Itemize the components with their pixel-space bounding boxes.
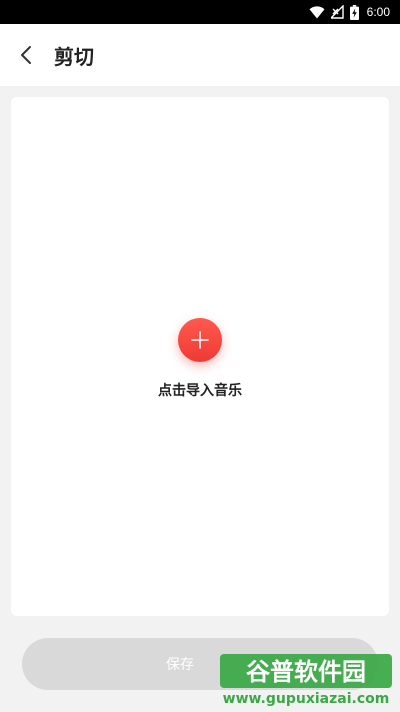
- chevron-left-icon: [21, 46, 31, 64]
- no-signal-icon: [330, 5, 344, 19]
- app-bar: 剪切: [0, 24, 400, 86]
- wifi-icon: [309, 5, 325, 18]
- plus-icon: [191, 331, 209, 349]
- back-button[interactable]: [0, 24, 52, 86]
- import-music-label[interactable]: 点击导入音乐: [11, 380, 389, 400]
- save-button[interactable]: 保存: [22, 638, 378, 690]
- battery-charging-icon: [349, 4, 359, 20]
- save-button-label: 保存: [166, 657, 194, 673]
- page-title: 剪切: [54, 44, 94, 69]
- watermark-url-text: www.gupuxiazai.com: [223, 691, 390, 707]
- add-music-button[interactable]: [178, 318, 222, 362]
- status-bar: 6:00: [0, 0, 400, 24]
- cut-screen: 6:00 剪切 点击导入音乐 保存 谷普软件园 www.gupuxiazai.c…: [0, 0, 400, 712]
- import-music-card[interactable]: 点击导入音乐: [11, 97, 389, 616]
- status-time: 6:00: [366, 5, 390, 19]
